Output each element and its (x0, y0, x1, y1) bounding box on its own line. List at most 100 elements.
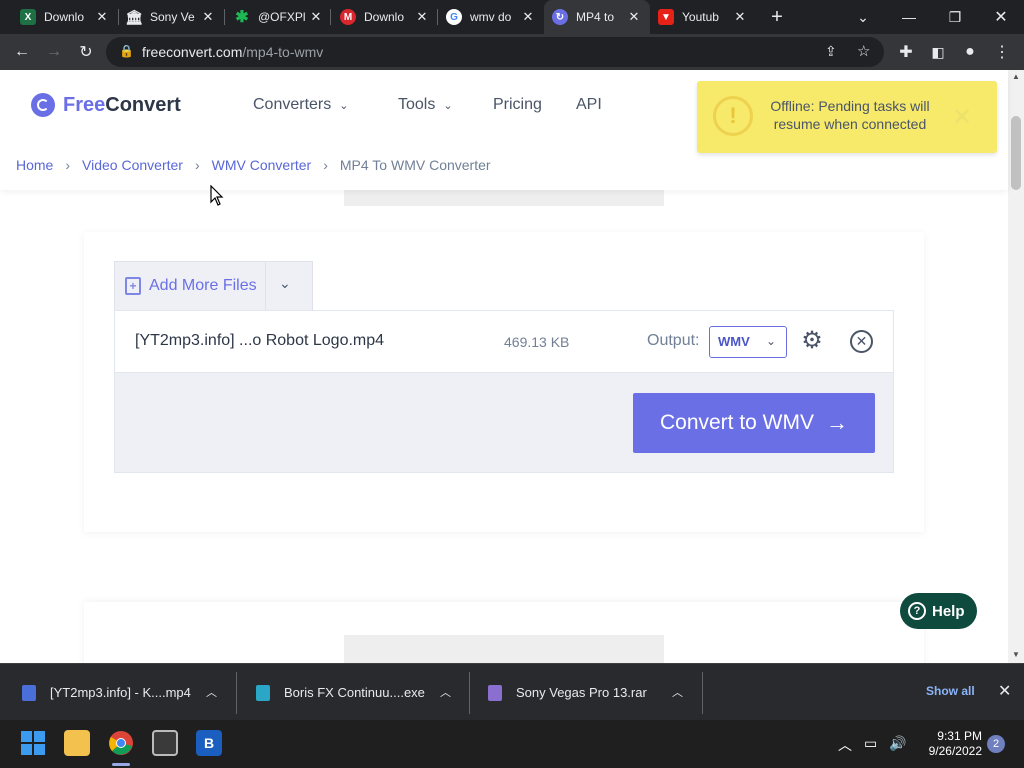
warning-icon: ! (713, 96, 753, 136)
close-tab-icon[interactable]: ✕ (414, 9, 430, 25)
tab-title: Youtub (682, 10, 719, 24)
chevron-down-icon: ⌄ (339, 100, 349, 112)
close-tab-icon[interactable]: ✕ (626, 9, 642, 25)
new-tab-button[interactable]: + (758, 0, 796, 34)
add-file-icon: + (125, 277, 141, 295)
download-name: Boris FX Continuu....exe (284, 685, 425, 700)
close-tab-icon[interactable]: ✕ (732, 9, 748, 25)
forward-icon[interactable]: → (38, 34, 70, 70)
site-logo[interactable]: FreeConvert (63, 94, 181, 117)
nav-label: Pricing (493, 96, 542, 113)
windows-start-icon[interactable] (20, 730, 46, 756)
tab-title: MP4 to (576, 10, 615, 24)
boris-fx-icon[interactable]: B (196, 730, 222, 756)
video-editor-icon[interactable] (152, 730, 178, 756)
close-tab-icon[interactable]: ✕ (94, 9, 110, 25)
url-host: freeconvert.com (142, 44, 243, 60)
download-item[interactable]: Boris FX Continuu....exe ︿ (256, 664, 468, 721)
add-more-files-button[interactable]: + Add More Files ⌄ (114, 261, 313, 312)
notification-badge[interactable]: 2 (987, 735, 1005, 753)
chevron-right-icon: › (323, 157, 328, 173)
freeconvert-logo-icon[interactable] (31, 93, 55, 117)
clock-time: 9:31 PM (937, 729, 982, 743)
tab-search-icon[interactable]: ⌄ (840, 0, 886, 34)
scrollbar-thumb[interactable] (1011, 116, 1021, 190)
close-tab-icon[interactable]: ✕ (520, 9, 536, 25)
minimize-button[interactable]: — (886, 0, 932, 34)
breadcrumb-video-converter[interactable]: Video Converter (82, 157, 183, 173)
side-panel-icon[interactable]: ◧ (922, 34, 954, 70)
close-tab-icon[interactable]: ✕ (200, 9, 216, 25)
nav-converters[interactable]: Converters ⌄ (253, 96, 348, 114)
profile-icon[interactable]: ● (954, 34, 986, 70)
freeconvert-icon: ↻ (552, 9, 568, 25)
download-item[interactable]: [YT2mp3.info] - K....mp4 ︿ (22, 664, 234, 721)
close-tab-icon[interactable]: ✕ (308, 9, 324, 25)
download-name: Sony Vegas Pro 13.rar (516, 685, 647, 700)
menu-icon[interactable]: ⋮ (986, 34, 1018, 70)
output-format-select[interactable]: WMV ⌄ (709, 326, 787, 358)
reload-icon[interactable]: ↻ (70, 34, 102, 70)
settings-gear-icon[interactable]: ⚙ (799, 328, 825, 354)
file-explorer-icon[interactable] (64, 730, 90, 756)
windows-taskbar: B ︿ ▭ 🔊 9:31 PM 9/26/2022 2 (0, 720, 1024, 768)
mouse-cursor-icon (210, 185, 224, 206)
tab-title: @OFXPl (258, 10, 306, 24)
output-format-value: WMV (718, 334, 750, 349)
tab-7[interactable]: ▼ Youtub ✕ (650, 0, 756, 34)
close-window-button[interactable]: ✕ (978, 0, 1024, 34)
volume-icon[interactable]: 🔊 (889, 735, 906, 752)
share-icon[interactable]: ⇪ (825, 43, 837, 60)
video-file-icon (22, 684, 36, 701)
close-shelf-icon[interactable]: ✕ (998, 681, 1011, 701)
nav-api[interactable]: API (576, 96, 602, 114)
tab-3[interactable]: ✱ @OFXPl ✕ (226, 0, 332, 34)
download-shelf: [YT2mp3.info] - K....mp4 ︿ Boris FX Cont… (0, 663, 1024, 720)
download-item[interactable]: Sony Vegas Pro 13.rar ︿ (488, 664, 700, 721)
breadcrumb-home[interactable]: Home (16, 157, 53, 173)
chevron-up-icon[interactable]: ︿ (672, 684, 683, 700)
network-icon[interactable]: ▭ (864, 735, 877, 752)
ad-placeholder-2 (344, 635, 664, 663)
address-bar[interactable]: 🔒 freeconvert.com/mp4-to-wmv ⇪ ☆ (106, 37, 884, 67)
tab-6-active[interactable]: ↻ MP4 to ✕ (544, 0, 650, 34)
bookmark-star-icon[interactable]: ☆ (857, 42, 870, 60)
nav-pricing[interactable]: Pricing (493, 96, 542, 114)
file-name: [YT2mp3.info] ...o Robot Logo.mp4 (135, 332, 385, 349)
system-clock[interactable]: 9:31 PM 9/26/2022 (918, 729, 982, 759)
url-text: freeconvert.com/mp4-to-wmv (142, 44, 323, 60)
help-button[interactable]: ? Help (900, 593, 977, 629)
tab-4[interactable]: M Downlo ✕ (332, 0, 438, 34)
chevron-down-icon[interactable]: ⌄ (279, 275, 291, 292)
page-scrollbar[interactable]: ▲ ▼ (1008, 70, 1024, 663)
file-row: [YT2mp3.info] ...o Robot Logo.mp4 469.13… (114, 310, 894, 373)
breadcrumb-wmv-converter[interactable]: WMV Converter (212, 157, 312, 173)
convert-button[interactable]: Convert to WMV → (633, 393, 875, 453)
scroll-down-arrow-icon[interactable]: ▼ (1012, 650, 1020, 659)
tab-title: Sony Ve (150, 10, 195, 24)
remove-file-icon[interactable]: ✕ (850, 330, 873, 353)
tab-strip: X Downlo ✕ 🏛 Sony Ve ✕ ✱ @OFXPl ✕ M Down… (0, 0, 1024, 34)
chevron-up-icon[interactable]: ︿ (206, 684, 217, 700)
chrome-icon[interactable] (108, 730, 134, 756)
nav-label: Tools (398, 96, 436, 113)
add-files-label: Add More Files (149, 277, 257, 294)
help-label: Help (932, 602, 965, 620)
chevron-down-icon: ⌄ (766, 334, 777, 348)
page: FreeConvert Converters ⌄ Tools ⌄ Pricing A… (0, 70, 1024, 663)
tab-1[interactable]: X Downlo ✕ (12, 0, 118, 34)
chevron-right-icon: › (65, 157, 71, 173)
scroll-up-arrow-icon[interactable]: ▲ (1012, 72, 1020, 81)
show-all-downloads-link[interactable]: Show all (926, 684, 975, 698)
nav-tools[interactable]: Tools ⌄ (398, 96, 453, 114)
asterisk-icon: ✱ (235, 9, 249, 26)
chevron-up-icon[interactable]: ︿ (440, 684, 451, 700)
toast-close-icon[interactable]: ✕ (952, 103, 972, 132)
back-icon[interactable]: ← (6, 34, 38, 70)
tab-2[interactable]: 🏛 Sony Ve ✕ (118, 0, 224, 34)
restore-button[interactable]: ❐ (932, 0, 978, 34)
extensions-icon[interactable]: ✚ (890, 34, 922, 70)
file-size: 469.13 KB (504, 334, 570, 350)
tab-5[interactable]: G wmv do ✕ (438, 0, 544, 34)
show-hidden-icons-icon[interactable]: ︿ (838, 735, 852, 755)
